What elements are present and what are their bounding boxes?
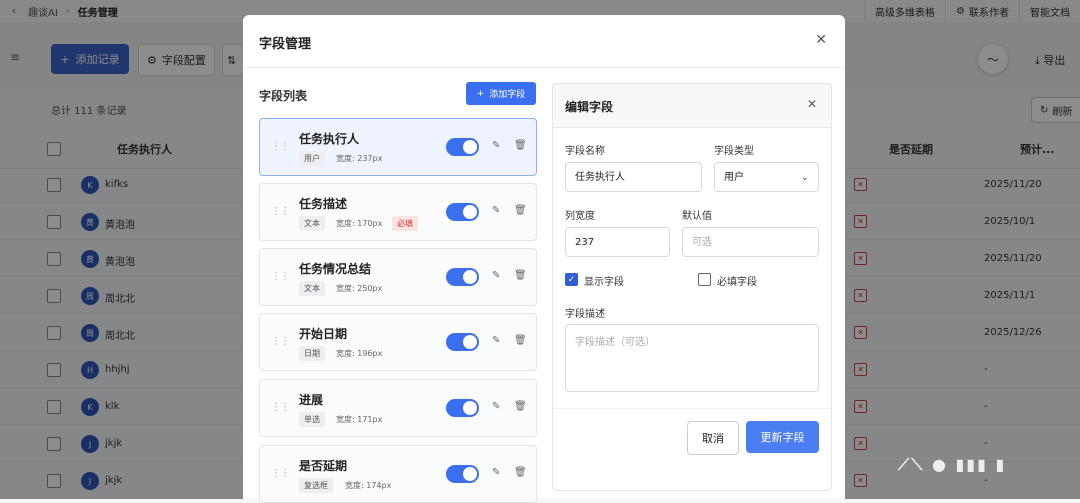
required-field-checkbox[interactable] xyxy=(698,273,711,286)
field-width: 宽度: 250px xyxy=(336,284,383,293)
edit-icon[interactable]: ✎ xyxy=(492,467,500,478)
trash-icon[interactable]: 🗑 xyxy=(514,140,527,151)
edit-icon[interactable]: ✎ xyxy=(492,205,500,216)
default-value-input[interactable]: 可选 xyxy=(682,227,819,257)
edit-icon[interactable]: ✎ xyxy=(492,401,500,412)
drag-handle-icon[interactable]: ⋮⋮ xyxy=(271,206,290,217)
add-field-button[interactable]: + 添加字段 xyxy=(466,82,536,105)
field-type-select[interactable]: 用户 ⌄ xyxy=(714,162,819,192)
trash-icon[interactable]: 🗑 xyxy=(514,467,527,478)
trash-icon[interactable]: 🗑 xyxy=(514,270,527,281)
required-field-label: 必填字段 xyxy=(717,277,757,288)
visibility-toggle[interactable] xyxy=(446,268,479,286)
field-type-tag: 文本 xyxy=(299,281,325,296)
show-field-label: 显示字段 xyxy=(584,277,624,288)
field-width: 宽度: 237px xyxy=(336,154,383,163)
modal-title: 字段管理 xyxy=(259,37,312,52)
field-name: 任务情况总结 xyxy=(299,262,372,276)
field-type-tag: 用户 xyxy=(299,151,325,166)
visibility-toggle[interactable] xyxy=(446,203,479,221)
drag-handle-icon[interactable]: ⋮⋮ xyxy=(271,271,290,282)
edit-icon[interactable]: ✎ xyxy=(492,140,500,151)
visibility-toggle[interactable] xyxy=(446,333,479,351)
field-card[interactable]: ⋮⋮ 任务情况总结 文本 宽度: 250px ✎ 🗑 xyxy=(259,248,537,306)
field-name-label: 字段名称 xyxy=(565,146,605,157)
field-type-tag: 复选框 xyxy=(299,478,333,493)
show-field-checkbox[interactable]: ✓ xyxy=(565,273,578,286)
field-type-tag: 日期 xyxy=(299,346,325,361)
divider xyxy=(243,67,845,68)
default-value-label: 默认值 xyxy=(682,211,712,222)
drag-handle-icon[interactable]: ⋮⋮ xyxy=(271,468,290,479)
watermark-logo: ⟋⟍ ● ▮▮▮ ▮ xyxy=(898,455,1007,474)
required-tag: 必填 xyxy=(392,216,418,231)
field-type-tag: 文本 xyxy=(299,216,325,231)
divider xyxy=(553,408,831,409)
add-field-label: 添加字段 xyxy=(489,90,526,100)
column-width-input[interactable]: 237 xyxy=(565,227,670,257)
field-list-title: 字段列表 xyxy=(259,89,308,103)
field-width: 宽度: 174px xyxy=(345,481,392,490)
field-card[interactable]: ⋮⋮ 任务描述 文本 宽度: 170px 必填 ✎ 🗑 xyxy=(259,183,537,241)
drag-handle-icon[interactable]: ⋮⋮ xyxy=(271,141,290,152)
field-name-input[interactable]: 任务执行人 xyxy=(565,162,702,192)
field-width: 宽度: 170px xyxy=(336,219,383,228)
cancel-button[interactable]: 取消 xyxy=(687,421,739,455)
field-management-modal: 字段管理 ✕ 字段列表 + 添加字段 ⋮⋮ 任务执行人 用户 宽度: 237px … xyxy=(243,15,845,503)
edit-panel-title: 编辑字段 xyxy=(565,100,614,114)
field-name: 开始日期 xyxy=(299,327,348,341)
field-card[interactable]: ⋮⋮ 任务执行人 用户 宽度: 237px ✎ 🗑 xyxy=(259,118,537,176)
field-description-textarea[interactable]: 字段描述（可选） xyxy=(565,324,819,392)
close-icon[interactable]: ✕ xyxy=(815,32,827,48)
plus-icon: + xyxy=(476,88,485,99)
close-icon[interactable]: ✕ xyxy=(807,97,817,111)
edit-icon[interactable]: ✎ xyxy=(492,335,500,346)
field-card[interactable]: ⋮⋮ 进展 单选 宽度: 171px ✎ 🗑 xyxy=(259,379,537,437)
field-description-label: 字段描述 xyxy=(565,309,605,320)
field-name: 是否延期 xyxy=(299,459,348,473)
field-card[interactable]: ⋮⋮ 开始日期 日期 宽度: 196px ✎ 🗑 xyxy=(259,313,537,371)
visibility-toggle[interactable] xyxy=(446,465,479,483)
drag-handle-icon[interactable]: ⋮⋮ xyxy=(271,336,290,347)
field-card[interactable]: ⋮⋮ 是否延期 复选框 宽度: 174px ✎ 🗑 xyxy=(259,445,537,503)
column-width-label: 列宽度 xyxy=(565,211,595,222)
visibility-toggle[interactable] xyxy=(446,399,479,417)
field-width: 宽度: 171px xyxy=(336,415,383,424)
field-name: 任务执行人 xyxy=(299,132,360,146)
edit-field-panel: 编辑字段 ✕ 字段名称 任务执行人 字段类型 用户 ⌄ 列宽度 237 默认值 … xyxy=(552,83,832,491)
trash-icon[interactable]: 🗑 xyxy=(514,401,527,412)
field-width: 宽度: 196px xyxy=(336,349,383,358)
visibility-toggle[interactable] xyxy=(446,138,479,156)
field-type-label: 字段类型 xyxy=(714,146,754,157)
trash-icon[interactable]: 🗑 xyxy=(514,335,527,346)
field-name: 任务描述 xyxy=(299,197,348,211)
edit-icon[interactable]: ✎ xyxy=(492,270,500,281)
drag-handle-icon[interactable]: ⋮⋮ xyxy=(271,402,290,413)
trash-icon[interactable]: 🗑 xyxy=(514,205,527,216)
field-type-value: 用户 xyxy=(724,172,744,183)
chevron-down-icon: ⌄ xyxy=(800,172,809,183)
field-type-tag: 单选 xyxy=(299,412,325,427)
field-name: 进展 xyxy=(299,393,324,407)
update-field-button[interactable]: 更新字段 xyxy=(746,421,819,453)
